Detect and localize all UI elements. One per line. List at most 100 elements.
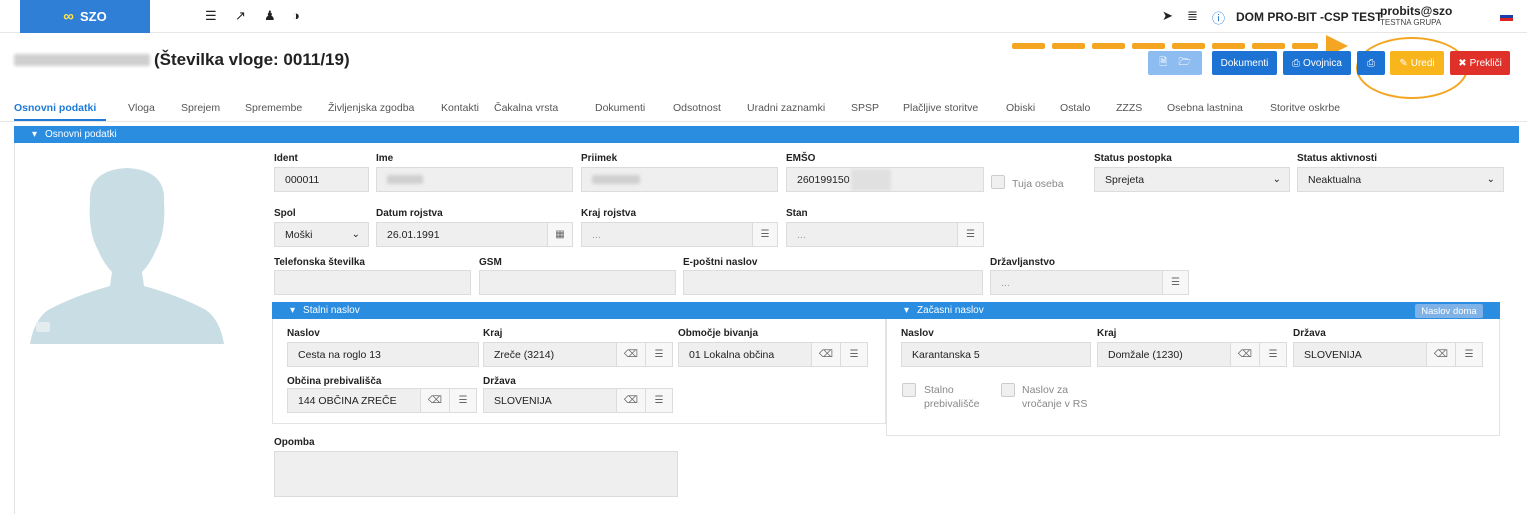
ime-field[interactable] bbox=[376, 167, 573, 192]
annotation-dash bbox=[1052, 43, 1085, 49]
zacasni-drzava-field[interactable]: SLOVENIJA bbox=[1293, 342, 1427, 367]
stalni-naslov-header[interactable]: ▾ Stalni naslov bbox=[272, 302, 886, 319]
list-picker-icon[interactable]: ☰ bbox=[1455, 342, 1483, 367]
list-icon[interactable]: ☰ bbox=[205, 8, 217, 24]
tab-spsp[interactable]: SPSP bbox=[851, 102, 879, 114]
obcina-label: Občina prebivališča bbox=[287, 376, 382, 387]
user-menu[interactable]: probits@szo TESTNA GRUPA bbox=[1380, 0, 1452, 33]
stan-field[interactable]: ... bbox=[786, 222, 958, 247]
app-logo[interactable]: ∞ SZO bbox=[20, 0, 150, 33]
preklici-button[interactable]: ✖ Prekliči bbox=[1450, 51, 1510, 75]
naslov-za-vrocanje-checkbox[interactable] bbox=[1001, 383, 1015, 397]
redacted-value bbox=[850, 168, 891, 191]
annotation-dash bbox=[1212, 43, 1245, 49]
stalni-kraj-field[interactable]: Zreče (3214) bbox=[483, 342, 617, 367]
chevron-down-icon: ▾ bbox=[904, 305, 910, 316]
clear-icon[interactable]: ⌫ bbox=[1230, 342, 1260, 367]
uredi-button[interactable]: ✎ Uredi bbox=[1390, 51, 1444, 75]
datum-rojstva-field[interactable]: 26.01.1991 bbox=[376, 222, 548, 247]
print-button[interactable]: ⎙ bbox=[1357, 51, 1385, 75]
priimek-field[interactable] bbox=[581, 167, 778, 192]
emso-label: EMŠO bbox=[786, 153, 816, 164]
user-name: probits@szo bbox=[1380, 3, 1453, 18]
calendar-icon[interactable]: ▦ bbox=[547, 222, 573, 247]
organization-name[interactable]: DOM PRO-BIT -CSP TEST bbox=[1236, 0, 1382, 33]
tab-ostalo[interactable]: Ostalo bbox=[1060, 102, 1090, 114]
tab-dokumenti[interactable]: Dokumenti bbox=[595, 102, 645, 114]
tab-obiski[interactable]: Obiski bbox=[1006, 102, 1035, 114]
tab-vloga[interactable]: Vloga bbox=[128, 102, 155, 114]
telefon-field[interactable] bbox=[274, 270, 471, 295]
list-picker-icon[interactable]: ☰ bbox=[752, 222, 778, 247]
tab-osebna-lastnina[interactable]: Osebna lastnina bbox=[1167, 102, 1243, 114]
tab-odsotnost[interactable]: Odsotnost bbox=[673, 102, 721, 114]
stalni-drzava-field[interactable]: SLOVENIJA bbox=[483, 388, 617, 413]
gsm-field[interactable] bbox=[479, 270, 676, 295]
status-aktivnosti-select[interactable]: Neaktualna ⌄ bbox=[1297, 167, 1504, 192]
email-field[interactable] bbox=[683, 270, 983, 295]
clear-icon[interactable]: ⌫ bbox=[616, 388, 646, 413]
chevron-down-icon: ▾ bbox=[32, 129, 38, 140]
stalni-naslov-field[interactable]: Cesta na roglo 13 bbox=[287, 342, 479, 367]
drzavljanstvo-field[interactable]: ... bbox=[990, 270, 1163, 295]
tab-kontakti[interactable]: Kontakti bbox=[441, 102, 479, 114]
list-picker-icon[interactable]: ☰ bbox=[645, 388, 673, 413]
list-picker-icon[interactable]: ☰ bbox=[957, 222, 984, 247]
external-link-icon[interactable]: ↗ bbox=[235, 8, 246, 24]
tab-zzzs[interactable]: ZZZS bbox=[1116, 102, 1142, 114]
section-header[interactable]: ▾ Osnovni podatki bbox=[14, 126, 1519, 143]
emso-field[interactable]: 260199150 bbox=[786, 167, 984, 192]
opomba-textarea[interactable] bbox=[274, 451, 678, 497]
annotation-dash bbox=[1012, 43, 1045, 49]
clear-icon[interactable]: ⌫ bbox=[420, 388, 450, 413]
ident-label: Ident bbox=[274, 153, 298, 164]
tab-zivljenjska-zgodba[interactable]: Življenjska zgodba bbox=[328, 102, 414, 114]
clear-icon[interactable]: ⌫ bbox=[1426, 342, 1456, 367]
status-postopka-select[interactable]: Sprejeta ⌄ bbox=[1094, 167, 1290, 192]
ident-field[interactable]: 000011 bbox=[274, 167, 369, 192]
menu-icon[interactable]: ≣ bbox=[1187, 8, 1198, 24]
list-picker-icon[interactable]: ☰ bbox=[1259, 342, 1287, 367]
kraj-rojstva-label: Kraj rojstva bbox=[581, 208, 637, 219]
contrast-icon[interactable]: ◑ bbox=[292, 8, 300, 23]
clear-icon[interactable]: ⌫ bbox=[616, 342, 646, 367]
zacasni-kraj-field[interactable]: Domžale (1230) bbox=[1097, 342, 1231, 367]
kraj-rojstva-field[interactable]: ... bbox=[581, 222, 753, 247]
list-picker-icon[interactable]: ☰ bbox=[645, 342, 673, 367]
export-button-group[interactable]: 🗎 🗁 bbox=[1148, 51, 1202, 75]
language-selector[interactable] bbox=[1500, 0, 1513, 33]
logo-icon: ∞ bbox=[63, 8, 74, 25]
redacted-name bbox=[14, 54, 150, 66]
list-picker-icon[interactable]: ☰ bbox=[840, 342, 868, 367]
tab-osnovni-podatki[interactable]: Osnovni podatki bbox=[14, 102, 96, 114]
info-icon[interactable]: ⓘ bbox=[1212, 8, 1225, 27]
spol-select[interactable]: Moški ⌄ bbox=[274, 222, 369, 247]
chevron-down-icon: ⌄ bbox=[1272, 174, 1281, 185]
ovojnica-button[interactable]: ⎙ Ovojnica bbox=[1283, 51, 1351, 75]
tab-placljive-storitve[interactable]: Plačljive storitve bbox=[903, 102, 978, 114]
clear-icon[interactable]: ⌫ bbox=[811, 342, 841, 367]
zacasni-naslov-field[interactable]: Karantanska 5 bbox=[901, 342, 1091, 367]
dokumenti-button[interactable]: Dokumenti bbox=[1212, 51, 1277, 75]
tab-sprejem[interactable]: Sprejem bbox=[181, 102, 220, 114]
obcina-field[interactable]: 144 OBČINA ZREČE bbox=[287, 388, 421, 413]
chevron-down-icon: ⌄ bbox=[351, 229, 360, 240]
status-aktivnosti-label: Status aktivnosti bbox=[1297, 153, 1378, 164]
zacasni-naslov-header[interactable]: ▾ Začasni naslov bbox=[886, 302, 1500, 319]
list-picker-icon[interactable]: ☰ bbox=[1162, 270, 1189, 295]
avatar[interactable] bbox=[30, 162, 224, 344]
list-picker-icon[interactable]: ☰ bbox=[449, 388, 477, 413]
tab-spremembe[interactable]: Spremembe bbox=[245, 102, 302, 114]
tuja-oseba-checkbox[interactable] bbox=[991, 175, 1005, 189]
user-icon[interactable]: ♟ bbox=[264, 8, 276, 24]
tab-uradni-zaznamki[interactable]: Uradni zaznamki bbox=[747, 102, 825, 114]
status-postopka-label: Status postopka bbox=[1094, 153, 1172, 164]
send-icon[interactable]: ➤ bbox=[1162, 8, 1173, 24]
tab-storitve-oskrbe[interactable]: Storitve oskrbe bbox=[1270, 102, 1340, 114]
tab-cakalna-vrsta[interactable]: Čakalna vrsta bbox=[494, 102, 558, 114]
camera-icon[interactable] bbox=[36, 322, 50, 332]
obmocje-bivanja-label: Območje bivanja bbox=[678, 328, 759, 339]
stalno-prebivalisce-checkbox[interactable] bbox=[902, 383, 916, 397]
obmocje-bivanja-field[interactable]: 01 Lokalna občina bbox=[678, 342, 812, 367]
naslov-doma-badge[interactable]: Naslov doma bbox=[1415, 304, 1483, 318]
